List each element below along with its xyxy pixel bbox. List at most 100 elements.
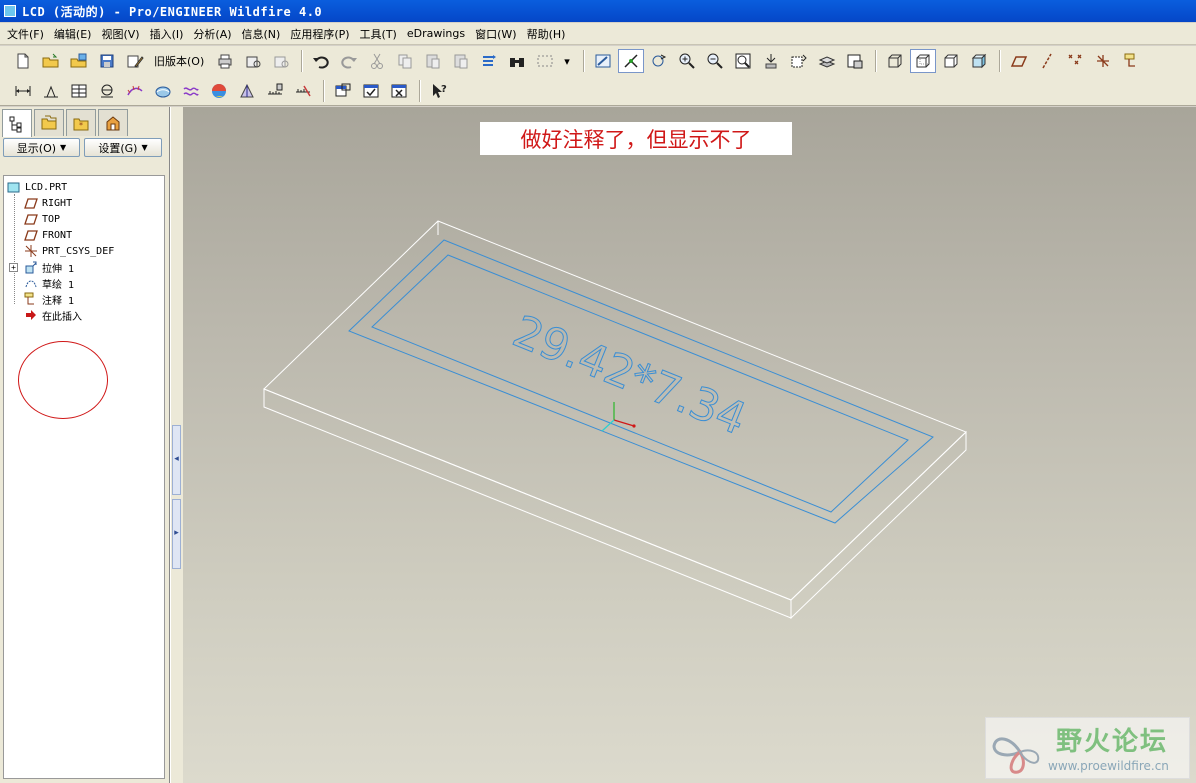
tab-connections[interactable] [98, 109, 128, 136]
tab-model-tree[interactable] [2, 109, 32, 137]
find-button[interactable] [504, 49, 530, 73]
model-tree-icon [9, 116, 22, 132]
menu-view[interactable]: 视图(V) [96, 26, 144, 42]
menu-edrawings[interactable]: eDrawings [402, 27, 470, 40]
menu-help[interactable]: 帮助(H) [522, 26, 571, 42]
reorient-button[interactable] [758, 49, 784, 73]
shaded-curvature-button[interactable] [150, 79, 176, 103]
close-window-button[interactable] [386, 79, 412, 103]
undo-icon [313, 56, 329, 69]
tab-folder-browser[interactable] [34, 109, 64, 136]
orient-mode-icon [652, 54, 666, 67]
refit-button[interactable] [730, 49, 756, 73]
zoom-in-button[interactable] [674, 49, 700, 73]
no-hidden-button[interactable] [938, 49, 964, 73]
new-file-button[interactable] [10, 49, 36, 73]
reference-dim-button[interactable] [94, 79, 120, 103]
send-mail-button[interactable] [240, 49, 266, 73]
menu-insert[interactable]: 插入(I) [145, 26, 189, 42]
save-button[interactable] [94, 49, 120, 73]
copy-button[interactable] [392, 49, 418, 73]
csys-icon [1096, 55, 1109, 67]
view-manager-button[interactable] [842, 49, 868, 73]
print-button[interactable] [212, 49, 238, 73]
tree-item-label: PRT_CSYS_DEF [42, 245, 115, 257]
tree-item-front[interactable]: FRONT [24, 227, 72, 243]
dimension-button[interactable] [10, 79, 36, 103]
regenerate-button[interactable] [476, 49, 502, 73]
rename-button[interactable] [122, 49, 148, 73]
activate-window-button[interactable] [330, 79, 356, 103]
layers-button[interactable] [814, 49, 840, 73]
tree-item-top[interactable]: TOP [24, 211, 60, 227]
repaint-icon [595, 54, 611, 68]
draft-check-icon [212, 83, 226, 98]
datum-points-toggle[interactable] [1062, 49, 1088, 73]
surface-finish-button[interactable] [38, 79, 64, 103]
menu-analysis[interactable]: 分析(A) [188, 26, 236, 42]
cut-button[interactable] [364, 49, 390, 73]
reflection-button[interactable] [178, 79, 204, 103]
hidden-line-button[interactable] [909, 49, 936, 73]
working-dir-button[interactable] [66, 49, 92, 73]
repaint-button[interactable] [590, 49, 616, 73]
orient-mode-button[interactable] [646, 49, 672, 73]
spin-center-button[interactable] [617, 49, 644, 73]
menu-window[interactable]: 窗口(W) [470, 26, 521, 42]
shading-button[interactable] [966, 49, 992, 73]
panel-splitter[interactable]: ◂ ▸ [170, 107, 183, 783]
context-help-button[interactable]: ? [426, 79, 452, 103]
view-manager-icon [847, 54, 863, 69]
menu-tools[interactable]: 工具(T) [355, 26, 402, 42]
show-label: 显示(O) [16, 141, 57, 155]
menu-info[interactable]: 信息(N) [237, 26, 286, 42]
activate-check-button[interactable] [358, 79, 384, 103]
tree-item-extrude[interactable]: + 拉伸 1 [9, 259, 74, 275]
datum-axes-toggle[interactable] [1034, 49, 1060, 73]
coordinate-system-icon [24, 244, 38, 258]
menu-edit[interactable]: 编辑(E) [49, 26, 97, 42]
csys-toggle[interactable] [1090, 49, 1116, 73]
tree-item-csys[interactable]: PRT_CSYS_DEF [24, 243, 114, 259]
section-button[interactable] [234, 79, 260, 103]
tree-item-part[interactable]: LCD.PRT [7, 179, 67, 195]
measure-button[interactable] [262, 79, 288, 103]
settings-dropdown[interactable]: 设置(G) ▼ [84, 138, 162, 157]
datum-planes-toggle[interactable] [1006, 49, 1032, 73]
model-analysis-button[interactable] [290, 79, 316, 103]
curvature-button[interactable] [122, 79, 148, 103]
menu-file[interactable]: 文件(F) [2, 26, 49, 42]
tree-item-sketch[interactable]: 草绘 1 [24, 275, 74, 291]
paste-button[interactable] [420, 49, 446, 73]
svg-text:*: * [79, 121, 83, 130]
select-box-button[interactable] [532, 49, 558, 73]
table-button[interactable] [66, 79, 92, 103]
graphics-viewport[interactable]: 29.42*7.34 做好注释了，但显示不了 [183, 107, 1196, 783]
wireframe-button[interactable] [882, 49, 908, 73]
wireframe-icon [888, 54, 902, 68]
redo-button[interactable] [336, 49, 362, 73]
open-button[interactable] [38, 49, 64, 73]
collapse-panel-handle[interactable]: ◂ [172, 425, 181, 495]
saved-views-button[interactable] [786, 49, 812, 73]
show-dropdown[interactable]: 显示(O) ▼ [3, 138, 80, 157]
tab-favorites[interactable]: * [66, 109, 96, 136]
highlight-circle [18, 341, 108, 419]
zoom-in-icon [679, 53, 695, 69]
zoom-out-button[interactable] [702, 49, 728, 73]
regenerate-icon [483, 55, 497, 66]
expand-panel-handle[interactable]: ▸ [172, 499, 181, 569]
menu-applications[interactable]: 应用程序(P) [285, 26, 354, 42]
watermark-title: 野火论坛 [1056, 727, 1169, 757]
undo-button[interactable] [308, 49, 334, 73]
annotation-toggle[interactable] [1118, 49, 1144, 73]
draft-check-button[interactable] [206, 79, 232, 103]
tree-item-insert-here[interactable]: 在此插入 [24, 307, 82, 323]
paste-special-button[interactable] [448, 49, 474, 73]
select-dropdown-arrow[interactable]: ▾ [560, 49, 574, 73]
old-version-button[interactable]: 旧版本(O) [150, 49, 208, 73]
send-link-button[interactable] [268, 49, 294, 73]
tree-item-note[interactable]: 注释 1 [24, 291, 74, 307]
expand-toggle-icon[interactable]: + [9, 262, 18, 272]
tree-item-right[interactable]: RIGHT [24, 195, 72, 211]
